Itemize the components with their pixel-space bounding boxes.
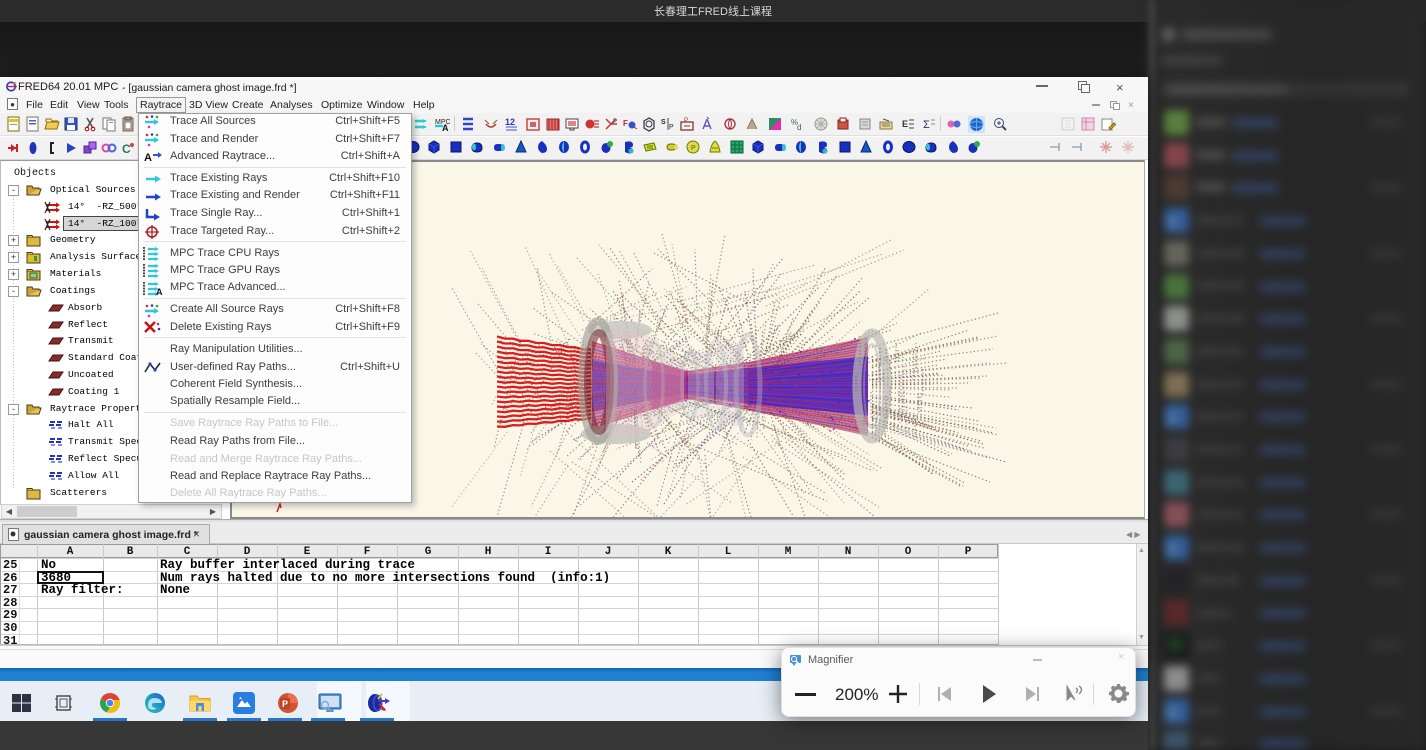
- svg-text:C: C: [122, 142, 131, 156]
- svg-text:P: P: [684, 118, 688, 124]
- svg-text:S: S: [661, 119, 666, 126]
- svg-text:P: P: [282, 699, 288, 709]
- svg-text:Σ: Σ: [923, 119, 930, 131]
- svg-text:A: A: [156, 287, 163, 297]
- svg-text:12: 12: [505, 117, 515, 127]
- svg-text:E: E: [902, 119, 908, 129]
- svg-text:F: F: [623, 119, 628, 128]
- svg-text:A: A: [144, 152, 152, 164]
- svg-text:d: d: [797, 123, 801, 132]
- svg-text:P: P: [691, 145, 696, 152]
- svg-text:P: P: [613, 119, 617, 125]
- svg-text:P: P: [669, 124, 674, 131]
- svg-text:A: A: [442, 123, 449, 133]
